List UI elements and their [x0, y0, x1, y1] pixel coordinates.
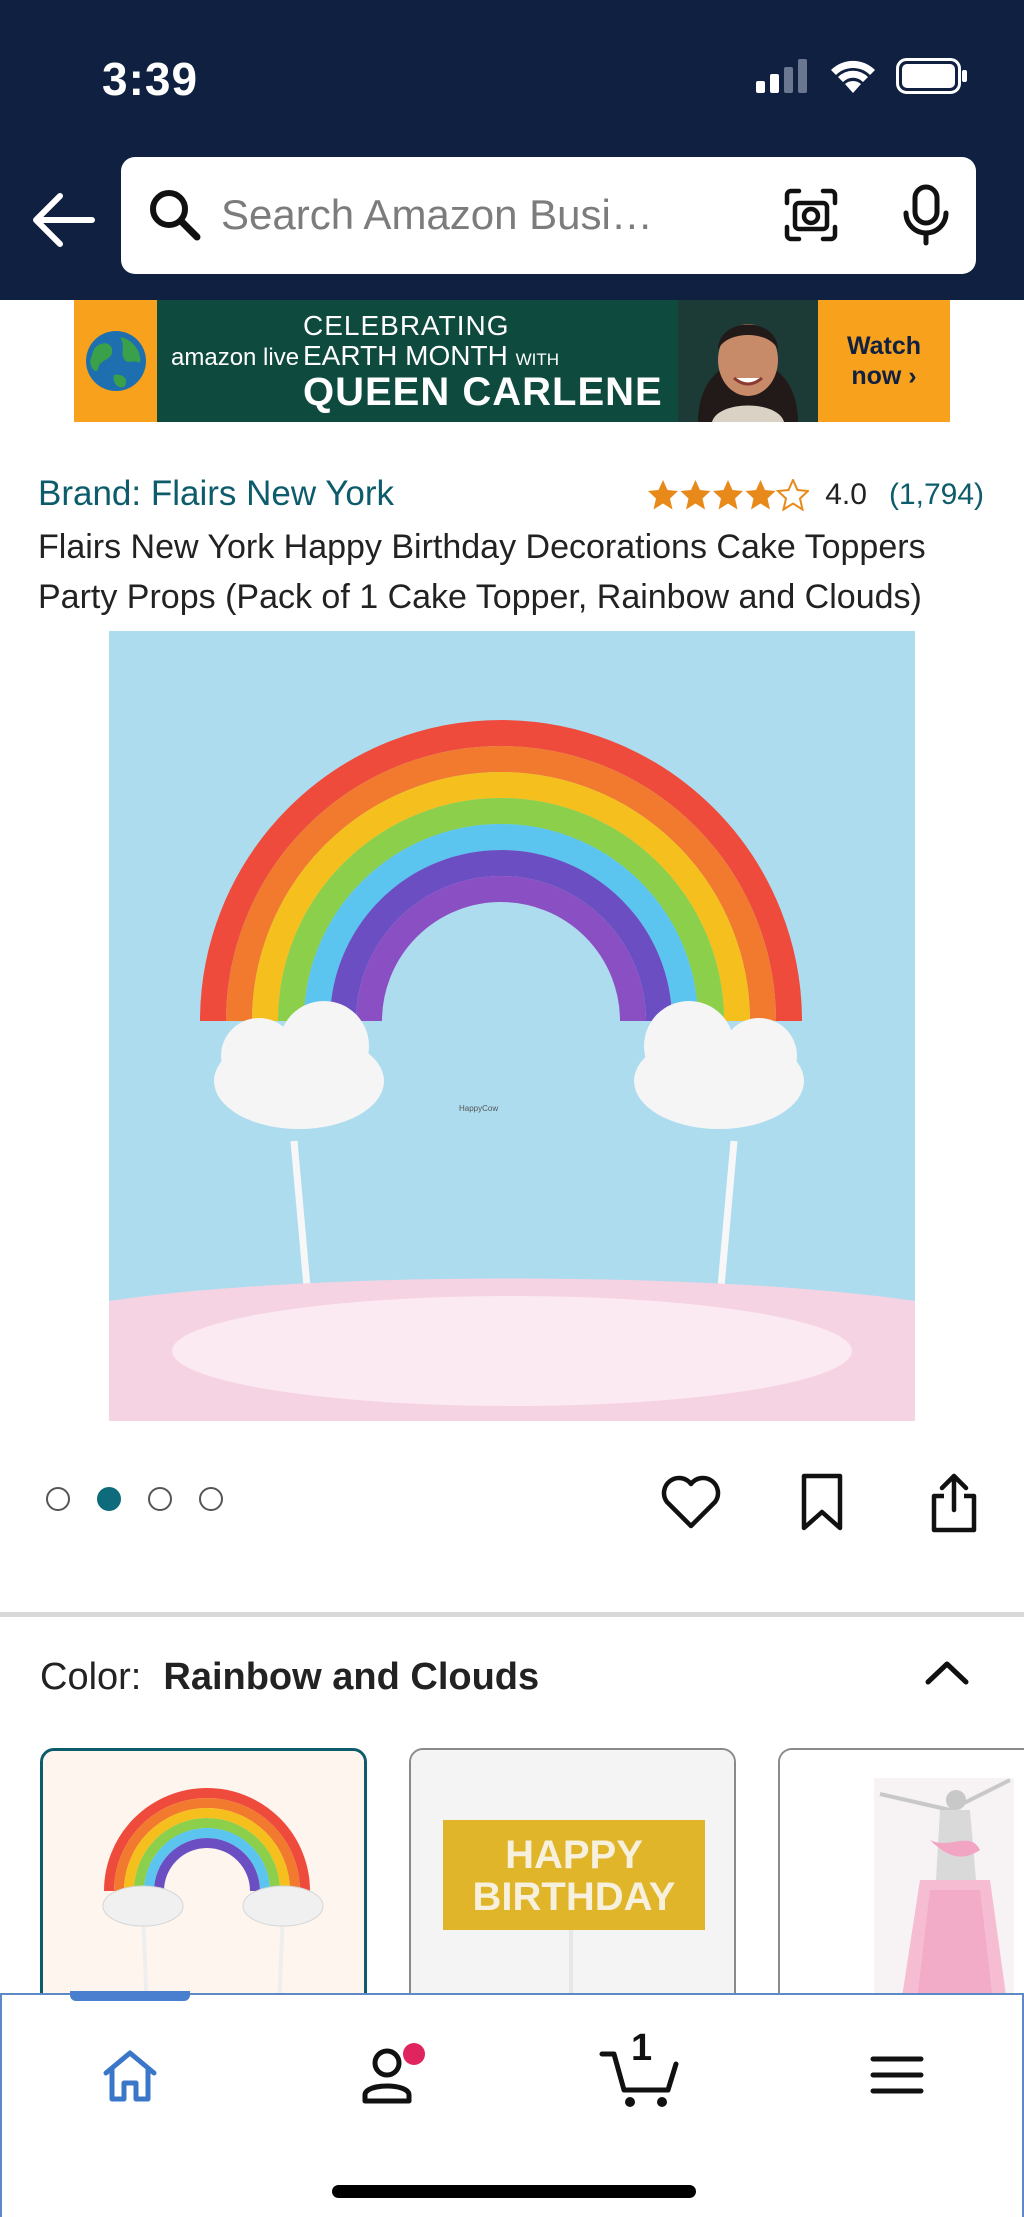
- selected-color: Rainbow and Clouds: [163, 1656, 540, 1698]
- color-option-happy-birthday[interactable]: HAPPY BIRTHDAY: [409, 1748, 736, 2008]
- watch-now-button[interactable]: Watch now ›: [818, 300, 950, 422]
- banner-line-1: CELEBRATING: [303, 310, 510, 341]
- microphone-icon[interactable]: [901, 183, 951, 247]
- back-button[interactable]: [24, 180, 104, 260]
- pager-dot-active[interactable]: [97, 1487, 121, 1511]
- section-divider: [0, 1612, 1024, 1617]
- status-icons: [756, 58, 968, 94]
- image-pager[interactable]: [46, 1487, 223, 1511]
- happy-birthday-thumbnail: HAPPY BIRTHDAY: [411, 1750, 734, 2006]
- ballerina-thumbnail: [780, 1750, 1024, 2006]
- status-time: 3:39: [102, 53, 199, 105]
- banner-content: amazon live CELEBRATING EARTH MONTH WITH…: [157, 300, 818, 422]
- nav-account[interactable]: [327, 2025, 447, 2125]
- pager-dot[interactable]: [199, 1487, 223, 1511]
- notification-dot: [403, 2043, 425, 2065]
- chevron-up-icon[interactable]: [922, 1652, 972, 1692]
- home-icon: [103, 2050, 157, 2102]
- star-rating-icon: [648, 479, 810, 511]
- search-icon: [150, 190, 201, 241]
- search-bar[interactable]: [121, 157, 976, 274]
- nav-cart[interactable]: 1: [581, 2025, 701, 2125]
- rating-summary[interactable]: 4.0 (1,794): [647, 478, 984, 512]
- rating-value: 4.0: [825, 478, 867, 511]
- color-option-ballerina[interactable]: [778, 1748, 1024, 2008]
- pager-dot[interactable]: [46, 1487, 70, 1511]
- header-bar: 3:39: [0, 0, 1024, 300]
- banner-line-3: QUEEN CARLENE: [303, 370, 663, 414]
- rainbow-cake-topper-image: HappyCow: [109, 631, 915, 1421]
- hamburger-menu-icon: [870, 2056, 924, 2094]
- bookmark-icon[interactable]: [790, 1470, 854, 1534]
- arrow-left-icon: [33, 193, 95, 247]
- active-tab-indicator: [70, 1991, 190, 2001]
- cart-count: 1: [631, 2027, 653, 2069]
- swatch-text-line-2: BIRTHDAY: [473, 1875, 676, 1919]
- product-title: Flairs New York Happy Birthday Decoratio…: [38, 528, 926, 616]
- home-indicator[interactable]: [332, 2185, 696, 2198]
- battery-icon: [896, 58, 967, 94]
- globe-icon: [85, 331, 146, 391]
- rainbow-thumbnail: [43, 1751, 364, 2005]
- promo-banner[interactable]: amazon live CELEBRATING EARTH MONTH WITH…: [74, 300, 950, 422]
- banner-globe: [74, 300, 157, 422]
- banner-host-photo: [678, 300, 818, 422]
- image-watermark: HappyCow: [459, 1104, 498, 1113]
- nav-menu[interactable]: [837, 2025, 957, 2125]
- heart-icon[interactable]: [659, 1470, 723, 1534]
- color-label: Color: Rainbow and Clouds: [40, 1656, 540, 1698]
- banner-logo: amazon live: [171, 344, 300, 371]
- pager-dot[interactable]: [148, 1487, 172, 1511]
- app-screen: 3:39 Search Amazon Busi… amazon live CEL…: [0, 0, 1024, 2217]
- signal-icon: [756, 59, 807, 93]
- banner-line-2: EARTH MONTH WITH: [303, 340, 560, 371]
- product-image[interactable]: HappyCow: [109, 631, 915, 1421]
- color-option-rainbow[interactable]: [40, 1748, 367, 2008]
- swatch-text-line-1: HAPPY: [505, 1833, 643, 1877]
- wifi-icon: [831, 60, 875, 93]
- rating-count[interactable]: (1,794): [889, 478, 984, 512]
- bottom-navigation: 1: [0, 1991, 1024, 2217]
- brand-link[interactable]: Brand: Flairs New York: [38, 474, 394, 514]
- camera-scan-icon[interactable]: [781, 185, 841, 245]
- share-icon[interactable]: [922, 1470, 986, 1534]
- search-input[interactable]: [221, 183, 801, 247]
- nav-home[interactable]: [70, 2025, 190, 2125]
